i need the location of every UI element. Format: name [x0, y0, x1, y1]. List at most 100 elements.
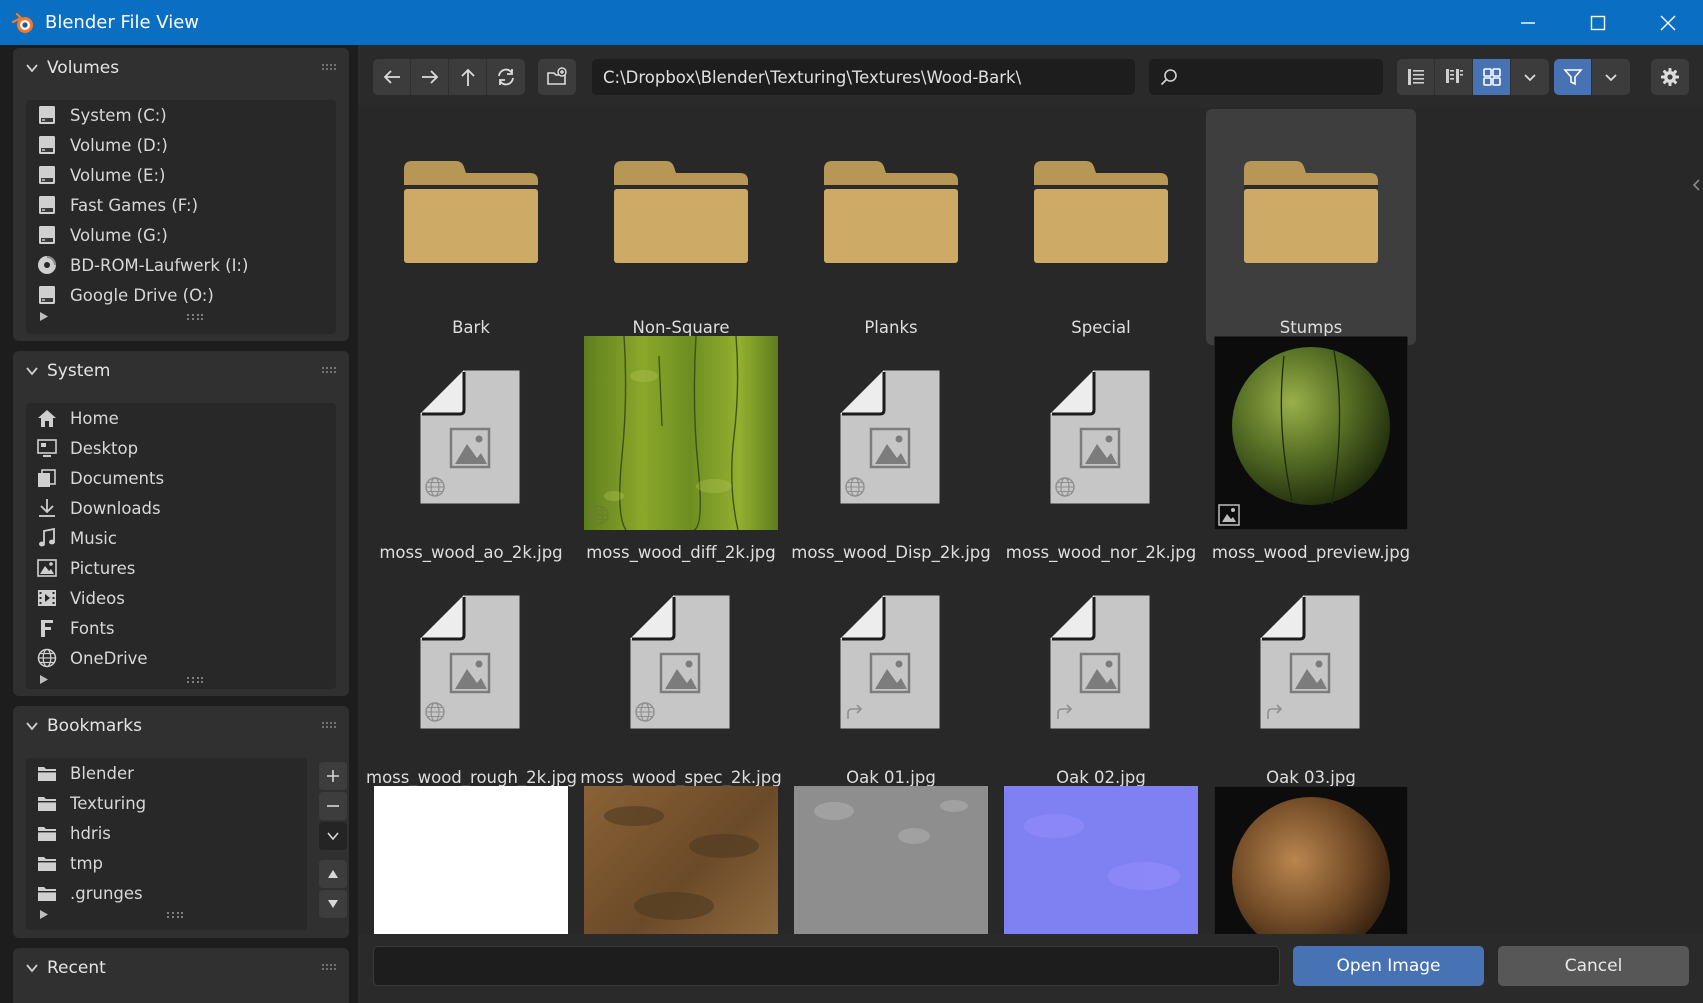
- bookmarks-title: Bookmarks: [47, 716, 142, 736]
- expand-triangle-icon[interactable]: [40, 675, 48, 684]
- volumes-panel-header[interactable]: Volumes: [13, 48, 349, 88]
- folder-icon: [404, 161, 538, 263]
- search-icon: [1160, 69, 1177, 86]
- resize-grip-icon[interactable]: [186, 676, 204, 684]
- close-button[interactable]: [1633, 0, 1703, 45]
- volumes-item[interactable]: Fast Games (F:): [26, 190, 336, 220]
- bookmarks-list: Blender Texturing hdris tmp .grunges: [26, 758, 307, 930]
- drag-handle-icon[interactable]: [321, 366, 337, 374]
- remove-bookmark-button[interactable]: [319, 792, 347, 820]
- folder-tile[interactable]: Special: [996, 109, 1206, 345]
- drag-handle-icon[interactable]: [321, 963, 337, 971]
- move-bookmark-down-button[interactable]: [319, 890, 347, 918]
- bookmark-menu-button[interactable]: [319, 822, 347, 850]
- new-folder-icon: [547, 67, 567, 85]
- search-field[interactable]: [1149, 59, 1383, 95]
- bookmarks-item[interactable]: .grunges: [26, 878, 307, 908]
- system-title: System: [47, 361, 111, 381]
- expand-triangle-icon[interactable]: [40, 910, 48, 919]
- file-tile[interactable]: [366, 784, 576, 934]
- open-image-button[interactable]: Open Image: [1293, 946, 1484, 986]
- toolbar: C:\Dropbox\Blender\Texturing\Textures\Wo…: [358, 45, 1703, 107]
- cancel-button[interactable]: Cancel: [1498, 946, 1689, 986]
- file-tile[interactable]: Oak 01.jpg: [786, 559, 996, 795]
- system-item[interactable]: Pictures: [26, 553, 336, 583]
- tile-thumbnail: [1011, 119, 1191, 305]
- filter-settings-dropdown[interactable]: [1592, 59, 1630, 95]
- file-tile[interactable]: moss_wood_rough_2k.jpg: [366, 559, 577, 795]
- system-item[interactable]: Videos: [26, 583, 336, 613]
- file-tile[interactable]: moss_wood_Disp_2k.jpg: [786, 334, 996, 570]
- folder-icon: [1034, 161, 1168, 263]
- disc-icon: [38, 256, 56, 274]
- parent-directory-button[interactable]: [449, 59, 487, 95]
- file-tile[interactable]: moss_wood_ao_2k.jpg: [366, 334, 576, 570]
- system-item[interactable]: Desktop: [26, 433, 336, 463]
- file-tile[interactable]: Oak 03.jpg: [1206, 559, 1416, 795]
- bookmarks-panel-header[interactable]: Bookmarks: [13, 706, 349, 746]
- bookmarks-item[interactable]: Blender: [26, 758, 307, 788]
- display-thumbnails-button[interactable]: [1473, 59, 1511, 95]
- volumes-item[interactable]: Google Drive (O:): [26, 280, 336, 310]
- bookmarks-item[interactable]: hdris: [26, 818, 307, 848]
- file-tile[interactable]: [576, 784, 786, 934]
- minimize-button[interactable]: [1493, 0, 1563, 45]
- bookmarks-item[interactable]: tmp: [26, 848, 307, 878]
- volumes-item[interactable]: Volume (G:): [26, 220, 336, 250]
- forward-button[interactable]: [411, 59, 449, 95]
- collapse-sidebar-icon[interactable]: [1691, 177, 1703, 193]
- system-item[interactable]: Fonts: [26, 613, 336, 643]
- search-input[interactable]: [1185, 67, 1375, 87]
- drag-handle-icon[interactable]: [321, 63, 337, 71]
- resize-grip-icon[interactable]: [186, 313, 204, 321]
- directory-path-field[interactable]: C:\Dropbox\Blender\Texturing\Textures\Wo…: [592, 59, 1135, 95]
- filename-field[interactable]: [373, 946, 1280, 986]
- folder-icon: [614, 161, 748, 263]
- new-folder-button[interactable]: [538, 59, 576, 95]
- recent-panel-header[interactable]: Recent: [13, 948, 349, 988]
- settings-button[interactable]: [1651, 59, 1689, 95]
- file-tile[interactable]: moss_wood_spec_2k.jpg: [576, 559, 786, 795]
- expand-triangle-icon[interactable]: [40, 312, 48, 321]
- bookmark-buttons: [319, 762, 347, 920]
- chevron-down-icon: [26, 64, 38, 73]
- folder-tile[interactable]: Stumps: [1206, 109, 1416, 345]
- filter-toggle-button[interactable]: [1554, 59, 1592, 95]
- drag-handle-icon[interactable]: [321, 721, 337, 729]
- folder-tile[interactable]: Non-Square: [576, 109, 786, 345]
- display-horizontal-list-button[interactable]: [1435, 59, 1473, 95]
- back-button[interactable]: [373, 59, 411, 95]
- system-item[interactable]: Music: [26, 523, 336, 553]
- system-item[interactable]: Downloads: [26, 493, 336, 523]
- volumes-list: System (C:) Volume (D:) Volume (E:) Fast Ga…: [26, 100, 336, 334]
- volumes-item[interactable]: System (C:): [26, 100, 336, 130]
- bottom-bar: Open Image Cancel: [358, 934, 1703, 1003]
- system-item[interactable]: Documents: [26, 463, 336, 493]
- file-tile[interactable]: moss_wood_nor_2k.jpg: [996, 334, 1206, 570]
- file-tile[interactable]: Oak 02.jpg: [996, 559, 1206, 795]
- folder-tile[interactable]: Bark: [366, 109, 576, 345]
- volumes-item[interactable]: Volume (D:): [26, 130, 336, 160]
- file-tile[interactable]: [996, 784, 1206, 934]
- file-tile[interactable]: [1206, 784, 1416, 934]
- bookmarks-item[interactable]: Texturing: [26, 788, 307, 818]
- display-settings-dropdown[interactable]: [1511, 59, 1549, 95]
- refresh-button[interactable]: [487, 59, 525, 95]
- resize-grip-icon[interactable]: [166, 911, 184, 919]
- maximize-button[interactable]: [1563, 0, 1633, 45]
- image-thumbnail: [1004, 786, 1198, 934]
- system-item[interactable]: OneDrive: [26, 643, 336, 673]
- file-tile[interactable]: [786, 784, 996, 934]
- volumes-item-label: Volume (G:): [70, 225, 168, 245]
- system-item-label: Pictures: [70, 558, 136, 578]
- display-vertical-list-button[interactable]: [1397, 59, 1435, 95]
- system-item[interactable]: Home: [26, 403, 336, 433]
- folder-tile[interactable]: Planks: [786, 109, 996, 345]
- add-bookmark-button[interactable]: [319, 762, 347, 790]
- system-panel-header[interactable]: System: [13, 351, 349, 391]
- volumes-item[interactable]: Volume (E:): [26, 160, 336, 190]
- file-tile[interactable]: moss_wood_diff_2k.jpg: [576, 334, 786, 570]
- file-tile[interactable]: moss_wood_preview.jpg: [1206, 334, 1416, 570]
- volumes-item[interactable]: BD-ROM-Laufwerk (I:): [26, 250, 336, 280]
- move-bookmark-up-button[interactable]: [319, 860, 347, 888]
